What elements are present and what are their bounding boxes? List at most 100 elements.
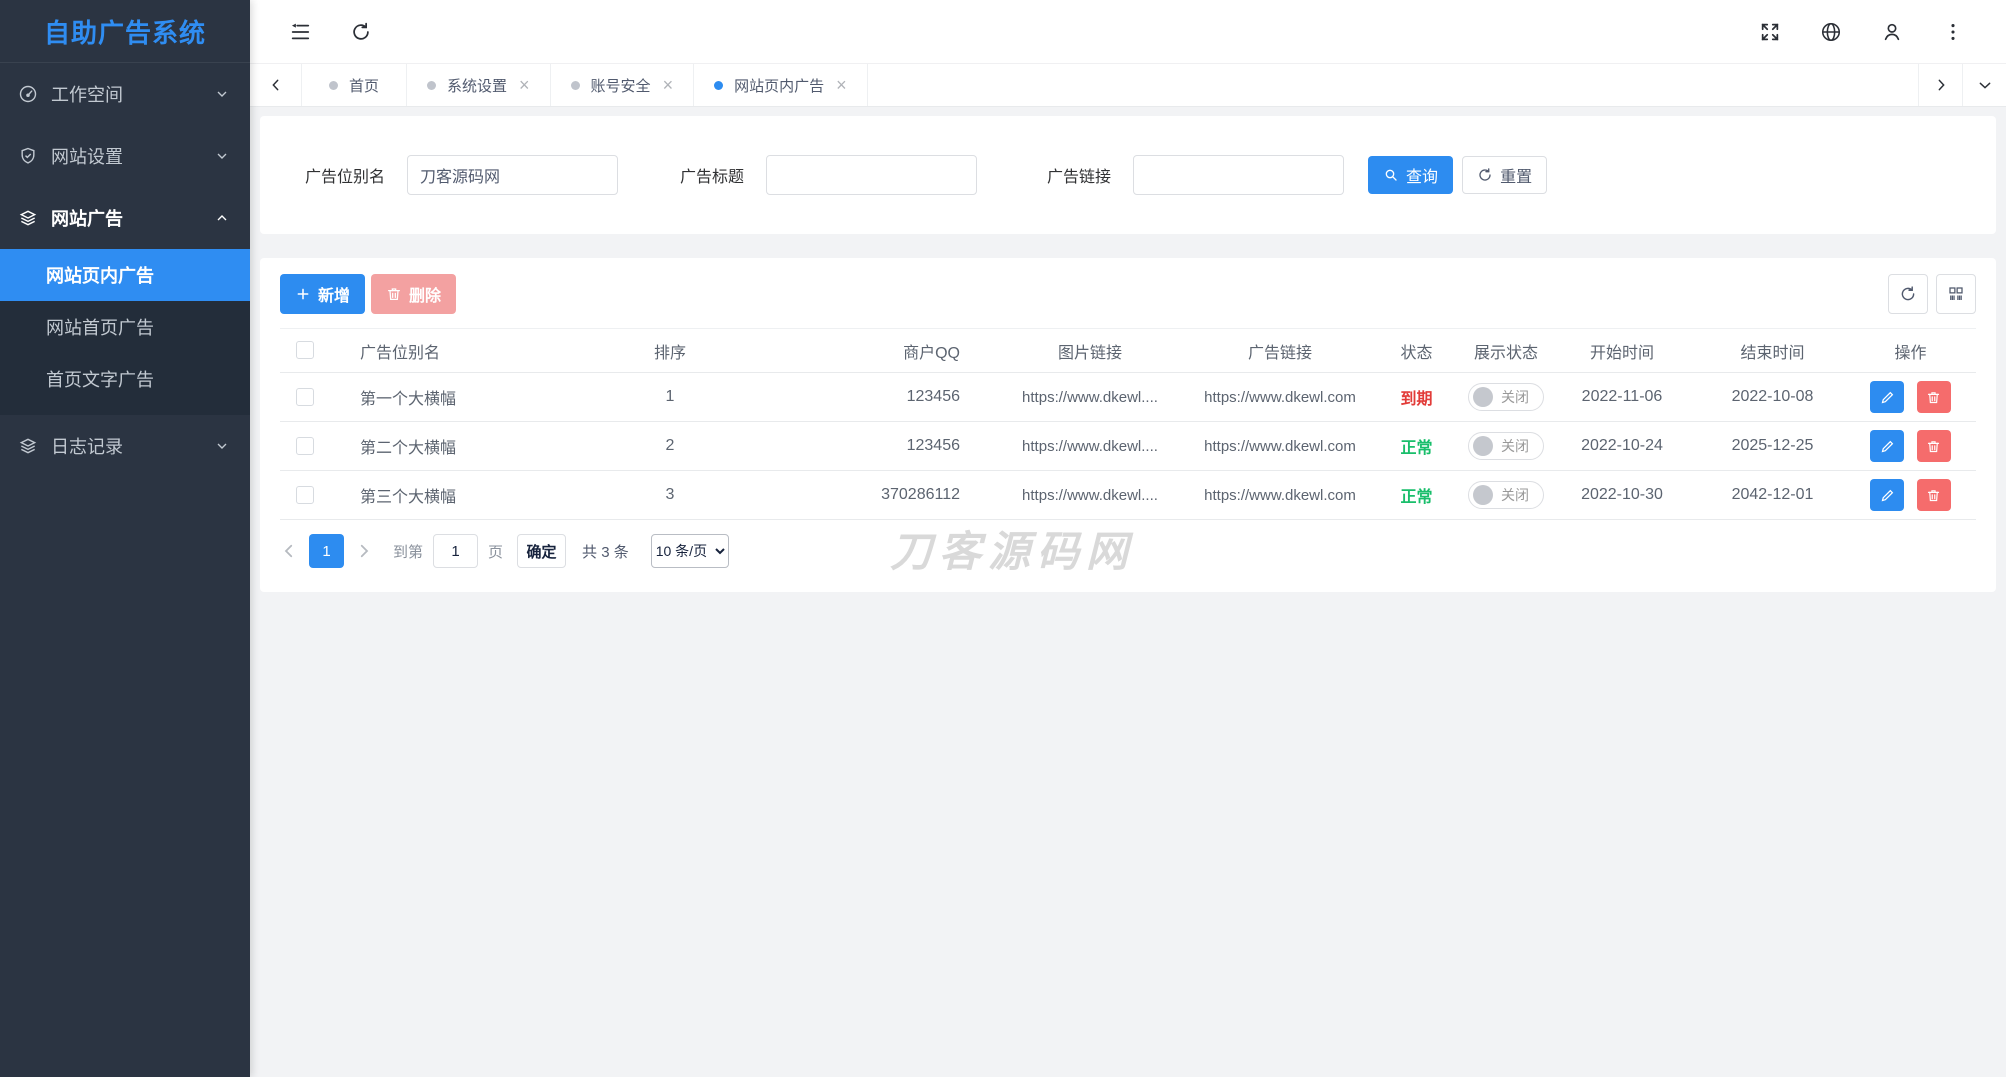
tab-dot: [427, 81, 436, 90]
select-all-checkbox[interactable]: [296, 341, 314, 359]
delete-button[interactable]: 删除: [371, 274, 456, 314]
sidebar: 自助广告系统 工作空间 网站设置 网站广告 网站页内广告 网站首页广: [0, 0, 250, 1077]
table-toolbar: 新增 删除: [280, 274, 1976, 314]
refresh-icon[interactable]: [350, 21, 372, 43]
page-number-button[interactable]: 1: [309, 534, 344, 568]
table-header-row: 广告位别名 排序 商户QQ 图片链接 广告链接 状态 展示状态 开始时间 结束时…: [280, 329, 1976, 373]
close-icon[interactable]: ×: [519, 76, 530, 94]
shield-check-icon: [18, 146, 38, 166]
cell-alias: 第三个大横幅: [330, 471, 580, 520]
layers-icon: [18, 208, 38, 228]
sidebar-item-label: 网站广告: [51, 205, 214, 231]
status-badge: 正常: [1400, 440, 1432, 457]
tab-system-settings[interactable]: 系统设置 ×: [407, 64, 551, 106]
display-toggle[interactable]: 关闭: [1468, 481, 1544, 509]
tabs-scroll-right-button[interactable]: [1918, 64, 1962, 106]
reset-button[interactable]: 重置: [1462, 156, 1547, 194]
search-button[interactable]: 查询: [1368, 156, 1453, 194]
chevron-up-icon: [214, 210, 230, 226]
goto-page-input[interactable]: [433, 534, 478, 568]
sidebar-subitem-label: 网站页内广告: [46, 262, 154, 288]
edit-button[interactable]: [1870, 479, 1904, 511]
total-count-label: 共 3 条: [582, 541, 629, 562]
ad-title-input[interactable]: [766, 155, 977, 195]
sidebar-item-logs[interactable]: 日志记录: [0, 415, 250, 477]
column-settings-button[interactable]: [1936, 274, 1976, 314]
display-toggle[interactable]: 关闭: [1468, 383, 1544, 411]
sidebar-item-site-ads[interactable]: 网站广告: [0, 187, 250, 249]
cell-end: 2042-12-01: [1700, 471, 1845, 520]
page-size-select[interactable]: 10 条/页: [651, 534, 729, 568]
display-toggle[interactable]: 关闭: [1468, 432, 1544, 460]
ad-alias-input[interactable]: [407, 155, 618, 195]
pencil-icon: [1880, 488, 1895, 503]
close-icon[interactable]: ×: [663, 76, 674, 94]
collapse-sidebar-icon[interactable]: [289, 21, 311, 43]
sidebar-subitem-homepage-ads[interactable]: 网站首页广告: [0, 301, 250, 353]
sidebar-subitem-label: 首页文字广告: [46, 366, 154, 392]
cell-img: https://www.dkewl....: [985, 422, 1195, 471]
trash-icon: [1926, 439, 1941, 454]
sidebar-subitem-inpage-ads[interactable]: 网站页内广告: [0, 249, 250, 301]
add-button[interactable]: 新增: [280, 274, 365, 314]
cell-end: 2022-10-08: [1700, 373, 1845, 422]
fullscreen-icon[interactable]: [1759, 21, 1781, 43]
sidebar-item-label: 网站设置: [51, 143, 214, 169]
table-card: 新增 删除 广告位别名 排序 商户QQ 图片链接 广告链接: [260, 258, 1996, 592]
row-checkbox[interactable]: [296, 486, 314, 504]
close-icon[interactable]: ×: [836, 76, 847, 94]
row-delete-button[interactable]: [1917, 381, 1951, 413]
page-unit-label: 页: [488, 541, 503, 562]
ad-alias-label: 广告位别名: [305, 163, 385, 187]
more-menu-icon[interactable]: [1942, 21, 1964, 43]
col-header-op: 操作: [1845, 329, 1976, 373]
sidebar-subitem-label: 网站首页广告: [46, 314, 154, 340]
tab-dot: [329, 81, 338, 90]
row-checkbox[interactable]: [296, 388, 314, 406]
col-header-sort: 排序: [580, 329, 760, 373]
row-checkbox[interactable]: [296, 437, 314, 455]
goto-confirm-button[interactable]: 确定: [517, 534, 566, 568]
toggle-knob: [1473, 436, 1493, 456]
cell-sort: 3: [580, 471, 760, 520]
col-header-status: 状态: [1365, 329, 1468, 373]
globe-icon[interactable]: [1820, 21, 1842, 43]
chevron-down-icon: [214, 86, 230, 102]
tab-account-security[interactable]: 账号安全 ×: [551, 64, 695, 106]
cell-start: 2022-10-24: [1544, 422, 1700, 471]
toggle-label: 关闭: [1501, 436, 1529, 456]
pencil-icon: [1880, 390, 1895, 405]
topbar: [250, 0, 2006, 63]
cell-qq: 123456: [760, 373, 985, 422]
col-header-alias: 广告位别名: [330, 329, 580, 373]
col-header-start: 开始时间: [1544, 329, 1700, 373]
cell-end: 2025-12-25: [1700, 422, 1845, 471]
tabs-dropdown-button[interactable]: [1962, 64, 2006, 106]
prev-page-button[interactable]: [280, 542, 298, 560]
tab-home[interactable]: 首页: [302, 64, 407, 106]
tab-inpage-ads[interactable]: 网站页内广告 ×: [694, 64, 868, 106]
sidebar-subitem-home-text-ads[interactable]: 首页文字广告: [0, 353, 250, 405]
cell-link: https://www.dkewl.com: [1195, 471, 1365, 520]
cell-link: https://www.dkewl.com: [1195, 373, 1365, 422]
table-refresh-button[interactable]: [1888, 274, 1928, 314]
user-icon[interactable]: [1881, 21, 1903, 43]
cell-qq: 123456: [760, 422, 985, 471]
cell-qq: 370286112: [760, 471, 985, 520]
status-badge: 正常: [1400, 489, 1432, 506]
cell-alias: 第一个大横幅: [330, 373, 580, 422]
ad-link-input[interactable]: [1133, 155, 1344, 195]
table-row: 第一个大横幅 1 123456 https://www.dkewl.... ht…: [280, 373, 1976, 422]
edit-button[interactable]: [1870, 430, 1904, 462]
col-header-qq: 商户QQ: [760, 329, 985, 373]
tabs-scroll-left-button[interactable]: [250, 64, 302, 106]
tab-dot: [714, 81, 723, 90]
cell-alias: 第二个大横幅: [330, 422, 580, 471]
row-delete-button[interactable]: [1917, 479, 1951, 511]
row-delete-button[interactable]: [1917, 430, 1951, 462]
sidebar-item-site-settings[interactable]: 网站设置: [0, 125, 250, 187]
next-page-button[interactable]: [355, 542, 373, 560]
edit-button[interactable]: [1870, 381, 1904, 413]
sidebar-item-workspace[interactable]: 工作空间: [0, 63, 250, 125]
toggle-label: 关闭: [1501, 387, 1529, 407]
